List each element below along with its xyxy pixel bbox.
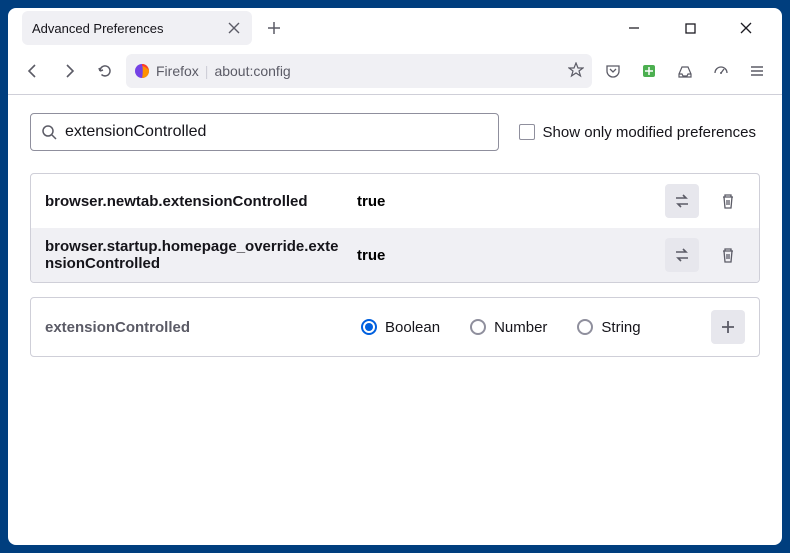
- pref-value: true: [357, 193, 653, 210]
- maximize-button[interactable]: [672, 13, 708, 43]
- nav-toolbar: Firefox | about:config: [8, 48, 782, 95]
- show-modified-checkbox[interactable]: Show only modified preferences: [519, 124, 760, 141]
- checkbox-label: Show only modified preferences: [543, 124, 756, 141]
- pref-value: true: [357, 247, 653, 264]
- firefox-icon: [134, 63, 150, 79]
- radio-string[interactable]: String: [577, 319, 640, 336]
- content-area: Show only modified preferences browser.n…: [8, 95, 782, 375]
- back-button[interactable]: [18, 56, 48, 86]
- search-input[interactable]: [65, 123, 488, 141]
- hamburger-menu-icon[interactable]: [742, 56, 772, 86]
- extension-icon[interactable]: [634, 56, 664, 86]
- forward-button[interactable]: [54, 56, 84, 86]
- pocket-icon[interactable]: [598, 56, 628, 86]
- radio-icon: [577, 319, 593, 335]
- url-separator: |: [205, 63, 209, 79]
- type-radio-group: Boolean Number String: [361, 319, 695, 336]
- delete-button[interactable]: [711, 184, 745, 218]
- pref-row: browser.newtab.extensionControlled true: [31, 174, 759, 228]
- radio-boolean[interactable]: Boolean: [361, 319, 440, 336]
- pref-name: browser.newtab.extensionControlled: [45, 193, 345, 210]
- browser-tab[interactable]: Advanced Preferences: [22, 11, 252, 45]
- dashboard-icon[interactable]: [706, 56, 736, 86]
- bookmark-star-icon[interactable]: [568, 62, 584, 81]
- toggle-button[interactable]: [665, 238, 699, 272]
- add-preference-row: extensionControlled Boolean Number Strin…: [30, 297, 760, 357]
- radio-number[interactable]: Number: [470, 319, 547, 336]
- minimize-button[interactable]: [616, 13, 652, 43]
- inbox-icon[interactable]: [670, 56, 700, 86]
- tab-title: Advanced Preferences: [32, 21, 226, 36]
- search-box[interactable]: [30, 113, 499, 151]
- url-text: about:config: [214, 63, 290, 79]
- radio-icon: [361, 319, 377, 335]
- close-tab-icon[interactable]: [226, 20, 242, 36]
- preferences-list: browser.newtab.extensionControlled true …: [30, 173, 760, 283]
- url-brand: Firefox: [156, 63, 199, 79]
- new-tab-button[interactable]: [258, 12, 290, 44]
- toggle-button[interactable]: [665, 184, 699, 218]
- pref-name: browser.startup.homepage_override.extens…: [45, 238, 345, 272]
- search-icon: [41, 124, 57, 140]
- checkbox-icon: [519, 124, 535, 140]
- reload-button[interactable]: [90, 56, 120, 86]
- titlebar: Advanced Preferences: [8, 8, 782, 48]
- add-button[interactable]: [711, 310, 745, 344]
- url-bar[interactable]: Firefox | about:config: [126, 54, 592, 88]
- close-window-button[interactable]: [728, 13, 764, 43]
- radio-icon: [470, 319, 486, 335]
- delete-button[interactable]: [711, 238, 745, 272]
- new-pref-name: extensionControlled: [45, 319, 345, 336]
- pref-row: browser.startup.homepage_override.extens…: [31, 228, 759, 282]
